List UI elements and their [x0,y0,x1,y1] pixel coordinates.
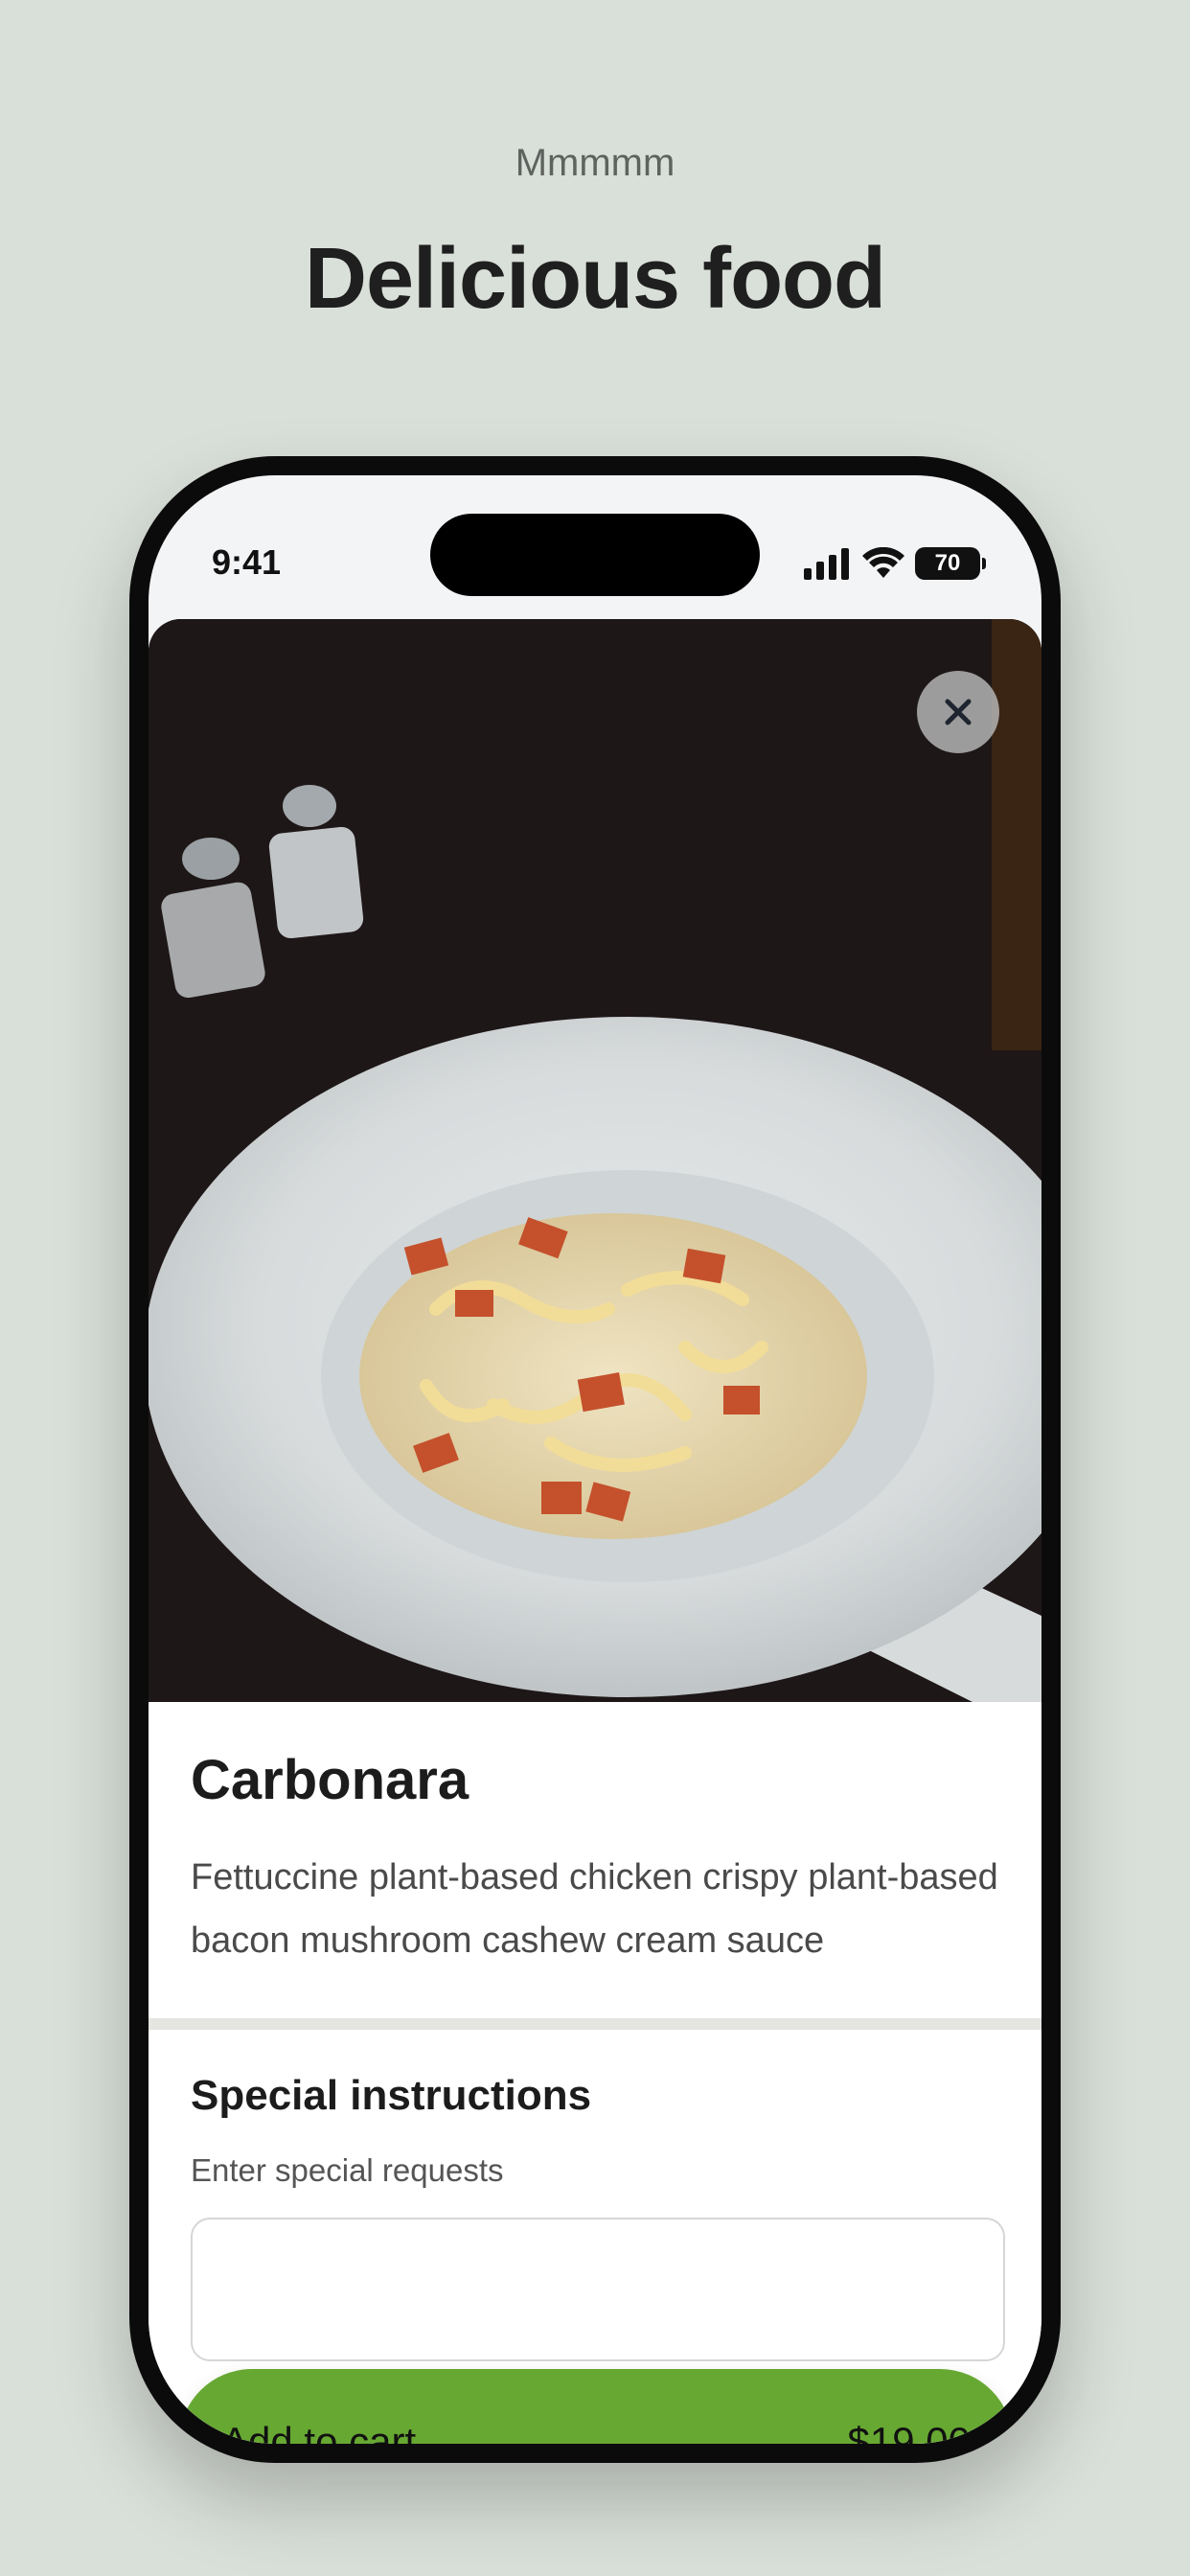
section-divider [149,2018,1041,2030]
dish-description: Fettuccine plant-based chicken crispy pl… [191,1857,998,1961]
dish-name: Carbonara [191,1749,469,1811]
promo-eyebrow: Mmmmm [515,142,675,184]
status-icons: 70 [802,546,986,581]
close-icon [945,699,972,725]
pasta-illustration [149,619,1041,1702]
phone-frame: 9:41 70 Carbonara Fettuccine plant-based… [129,456,1061,2463]
cellular-signal-icon [804,548,849,580]
promo-title: Delicious food [304,231,886,327]
special-instructions-subtitle: Enter special requests [191,2152,504,2188]
special-instructions-title: Special instructions [191,2072,592,2119]
status-time: 9:41 [212,542,282,582]
item-detail-sheet: Carbonara Fettuccine plant-based chicken… [149,619,1041,2444]
wifi-icon [862,547,904,578]
add-to-cart-label: Add to cart [221,2419,417,2444]
add-to-cart-button[interactable]: Add to cart $19.00 [179,2369,1013,2444]
battery-icon: 70 [915,547,986,580]
dish-photo [149,619,1041,1702]
battery-level: 70 [934,550,961,576]
special-instructions-input[interactable] [191,2218,1005,2361]
phone-screen: 9:41 70 Carbonara Fettuccine plant-based… [149,475,1041,2444]
dynamic-island [430,514,760,596]
close-button[interactable] [917,671,999,753]
cart-price: $19.00 [847,2419,971,2444]
